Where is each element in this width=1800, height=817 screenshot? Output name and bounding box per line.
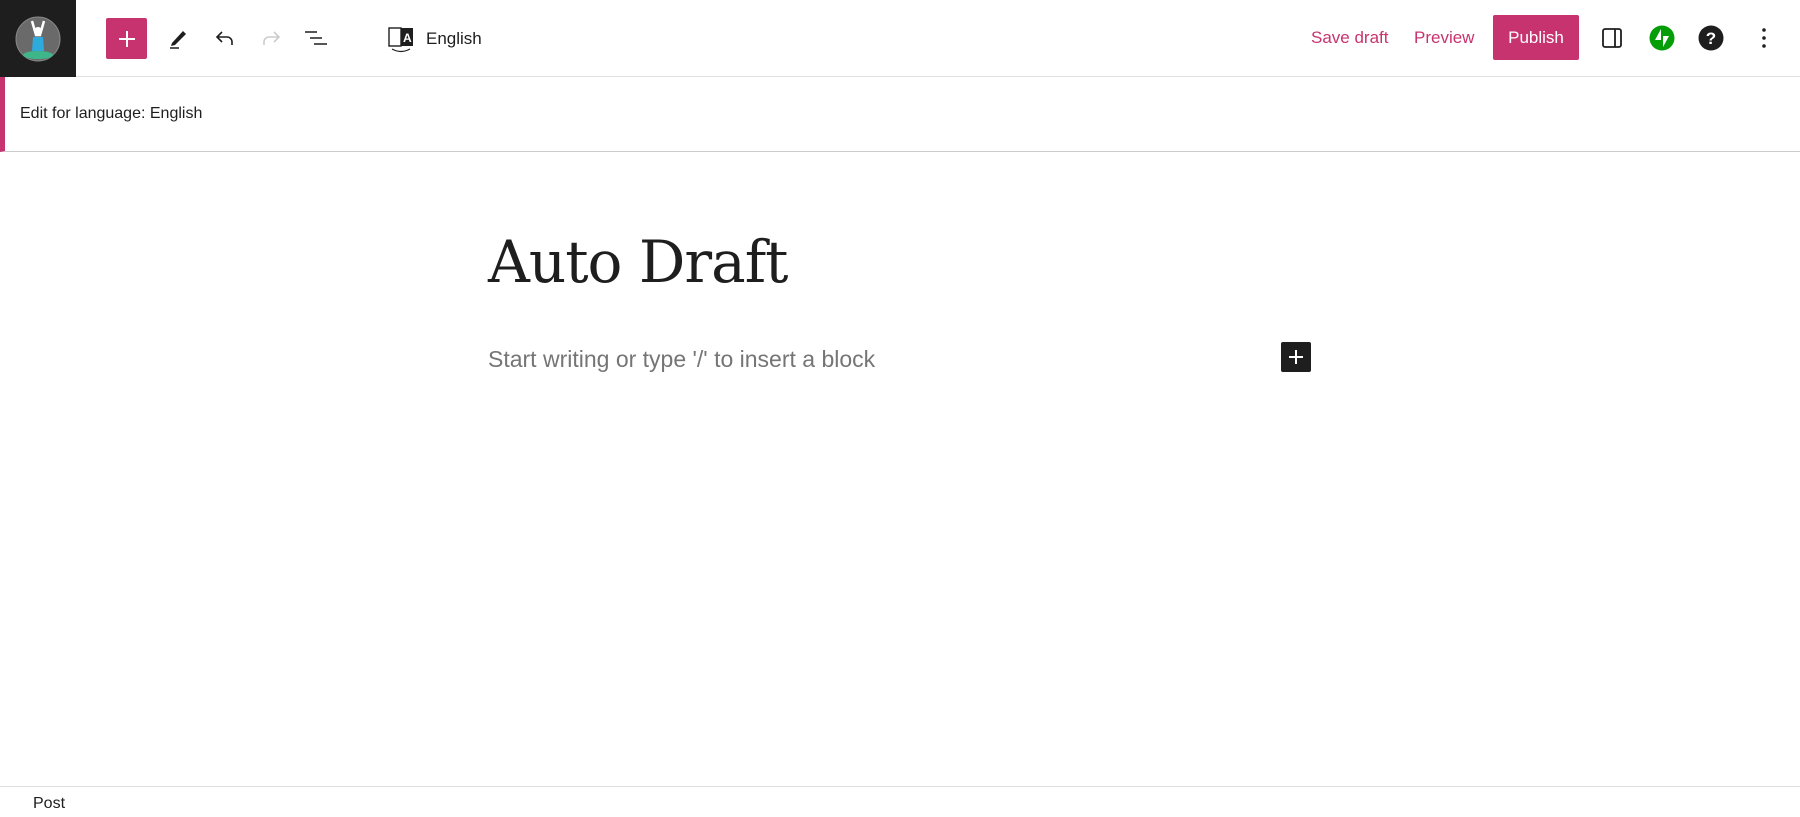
language-switcher[interactable]: A English — [388, 20, 482, 58]
document-overview-button[interactable] — [296, 18, 336, 58]
preview-button[interactable]: Preview — [1414, 28, 1474, 48]
block-placeholder[interactable]: Start writing or type '/' to insert a bl… — [488, 346, 875, 373]
more-vertical-icon — [1762, 28, 1766, 48]
svg-text:?: ? — [1706, 29, 1716, 48]
list-view-icon — [305, 31, 327, 45]
save-draft-button[interactable]: Save draft — [1311, 28, 1389, 48]
jetpack-button[interactable] — [1642, 18, 1682, 58]
tools-button[interactable] — [158, 18, 198, 58]
translate-icon: A — [388, 27, 413, 53]
options-button[interactable] — [1744, 18, 1784, 58]
help-icon: ? — [1698, 25, 1724, 51]
add-block-button[interactable] — [1281, 342, 1311, 372]
undo-button[interactable] — [205, 18, 245, 58]
notice-text: Edit for language: English — [20, 105, 203, 122]
plus-icon — [1289, 350, 1303, 364]
jetpack-icon — [1649, 25, 1675, 51]
block-inserter-button[interactable] — [106, 18, 147, 59]
undo-icon — [215, 31, 233, 45]
pencil-icon — [170, 31, 186, 49]
publish-button[interactable]: Publish — [1493, 15, 1579, 60]
editor-header: A English Save draft Preview Publish ? — [0, 0, 1800, 77]
plus-icon — [118, 30, 135, 47]
help-button[interactable]: ? — [1691, 18, 1731, 58]
site-logo[interactable] — [0, 0, 76, 77]
language-notice: Edit for language: English — [0, 77, 1800, 152]
svg-text:A: A — [403, 31, 412, 45]
yoga-logo-icon — [15, 16, 61, 61]
block-breadcrumb: Post — [0, 786, 1800, 817]
redo-icon — [263, 31, 281, 45]
language-label: English — [426, 29, 482, 48]
settings-sidebar-toggle[interactable] — [1592, 18, 1632, 58]
post-title[interactable]: Auto Draft — [488, 228, 788, 296]
redo-button[interactable] — [251, 18, 291, 58]
breadcrumb-post[interactable]: Post — [33, 795, 65, 812]
sidebar-icon — [1602, 28, 1622, 48]
